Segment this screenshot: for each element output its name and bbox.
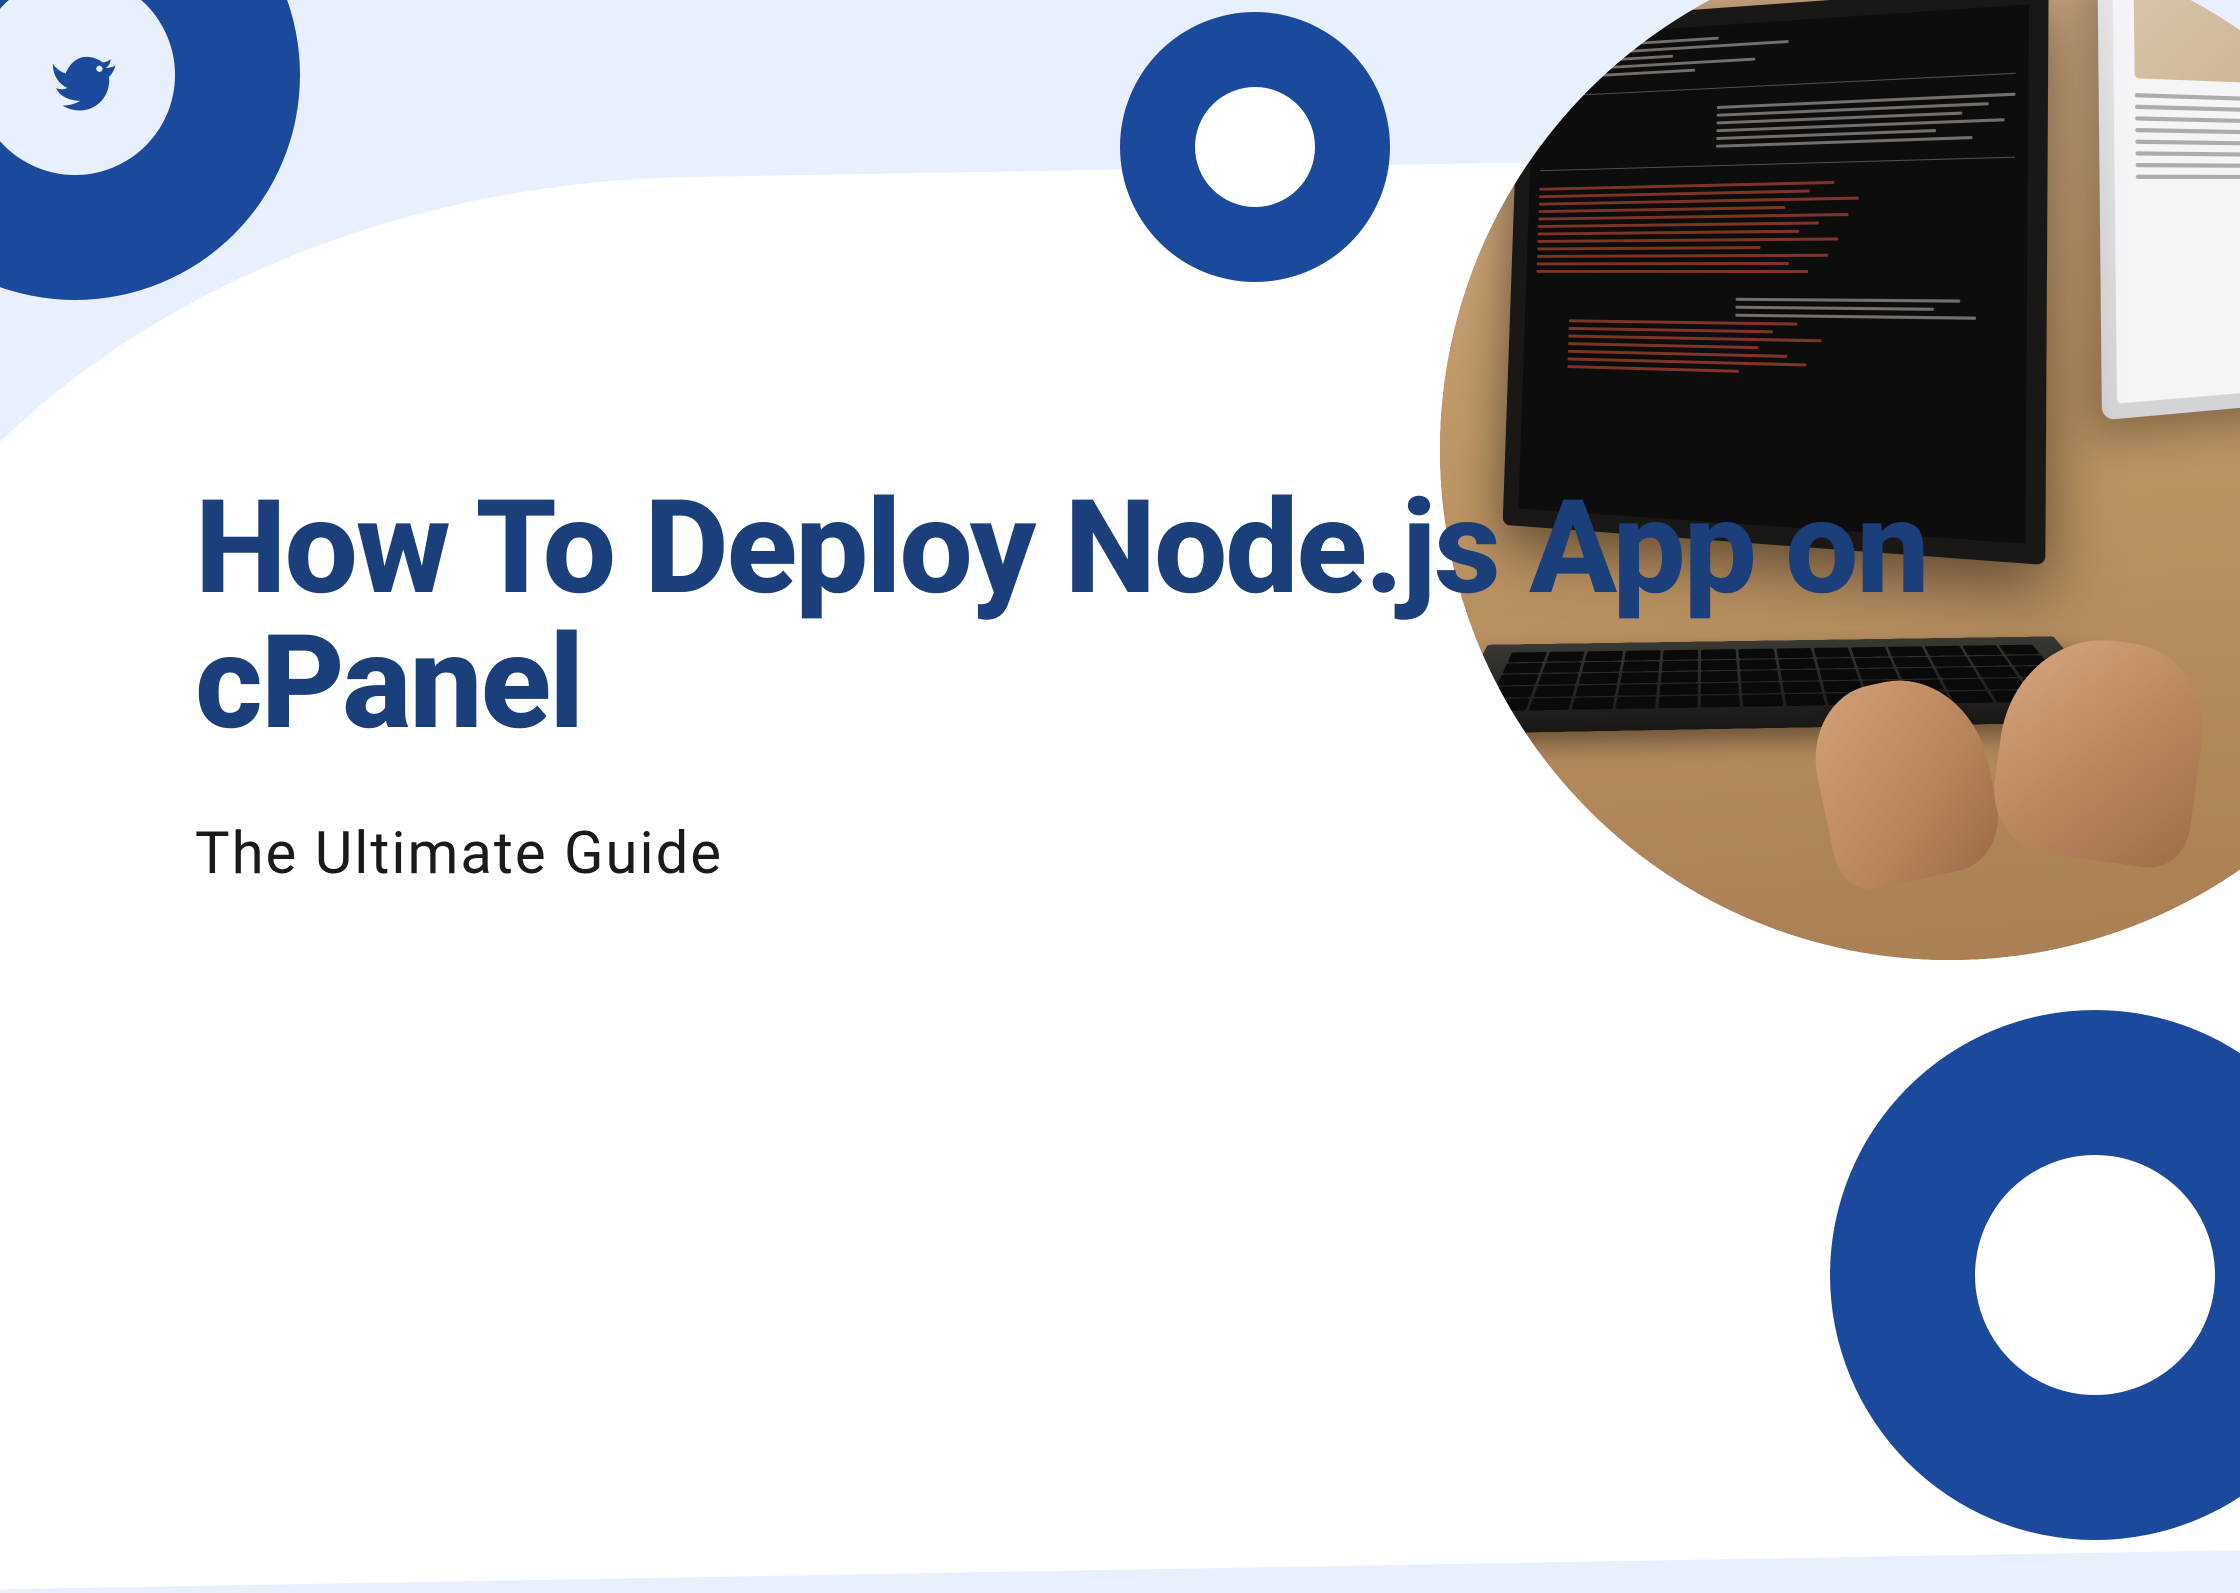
secondary-laptop bbox=[2097, 0, 2240, 420]
bird-logo-icon bbox=[45, 40, 125, 120]
page-title: How To Deploy Node.js App on cPanel bbox=[195, 480, 2240, 750]
main-content: How To Deploy Node.js App on cPanel The … bbox=[195, 480, 2240, 888]
top-ring-decoration bbox=[1120, 12, 1390, 282]
page-subtitle: The Ultimate Guide bbox=[195, 820, 2240, 888]
